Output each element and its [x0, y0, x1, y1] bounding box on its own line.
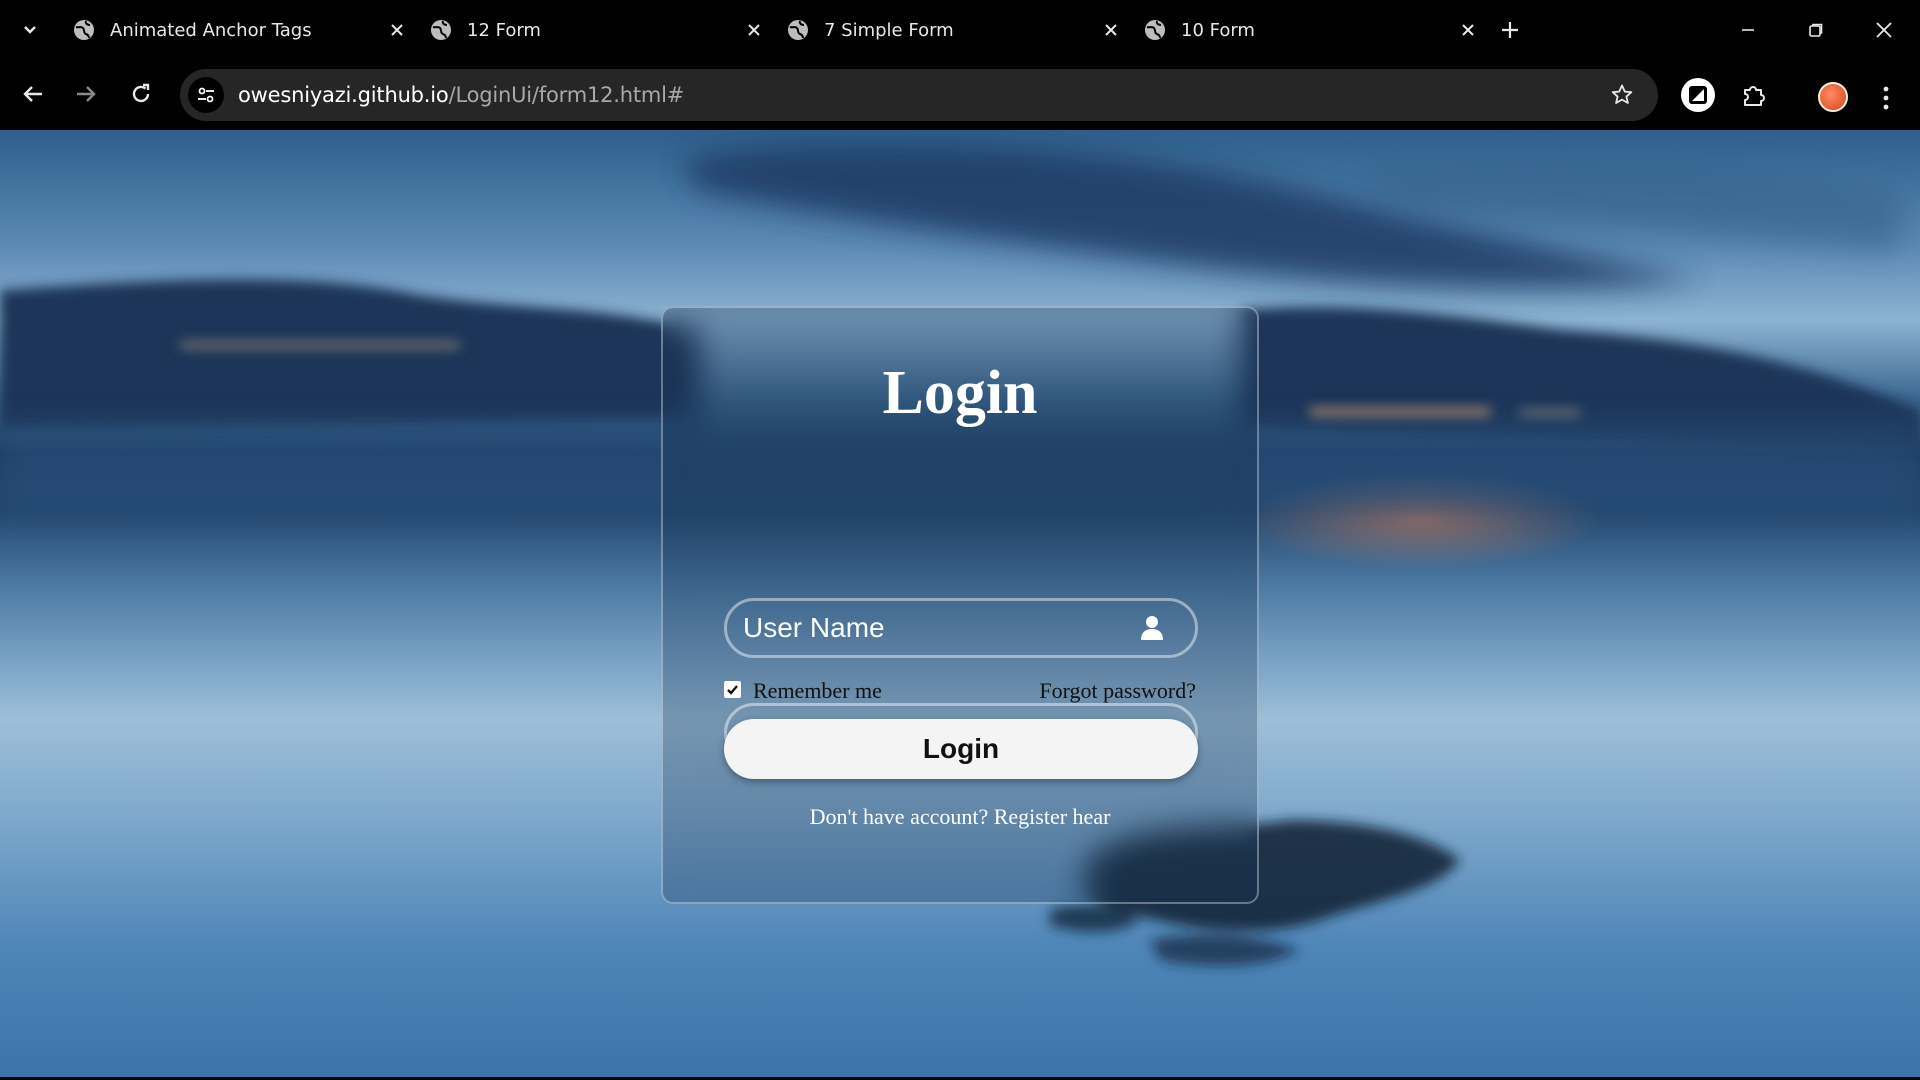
forward-button[interactable] — [68, 76, 104, 112]
reload-icon — [132, 83, 150, 103]
tab-close-button[interactable] — [384, 17, 410, 43]
site-info-button[interactable] — [188, 77, 224, 113]
login-card: Login User Name password Remember me For… — [661, 306, 1259, 904]
url-path: /LoginUi/form12.html# — [448, 83, 685, 107]
new-tab-button[interactable] — [1494, 14, 1526, 46]
browser-menu-button[interactable] — [1870, 78, 1902, 118]
login-title: Login — [882, 359, 1038, 427]
username-placeholder: User Name — [743, 612, 885, 643]
close-icon — [391, 24, 403, 36]
minimize-icon — [1742, 29, 1754, 31]
tab-title: 12 Form — [467, 19, 541, 41]
back-button[interactable] — [15, 76, 51, 112]
user-icon — [1137, 613, 1167, 643]
arrow-left-icon — [23, 86, 42, 102]
url-text: owesniyazi.github.io/LoginUi/form12.html… — [238, 83, 684, 107]
tab-close-button[interactable] — [741, 17, 767, 43]
username-field[interactable]: User Name — [724, 598, 1198, 658]
restore-button[interactable] — [1792, 10, 1840, 50]
close-icon — [1462, 24, 1474, 36]
globe-icon — [1145, 20, 1165, 40]
profile-avatar[interactable] — [1818, 82, 1848, 112]
tab-close-button[interactable] — [1098, 17, 1124, 43]
register-link[interactable]: Don't have account? Register hear — [663, 804, 1257, 830]
extension-button[interactable] — [1678, 75, 1718, 115]
tab-search-button[interactable] — [14, 14, 46, 46]
star-icon — [1611, 84, 1633, 104]
reload-button[interactable] — [123, 76, 159, 112]
url-host: owesniyazi.github.io — [238, 83, 449, 107]
tab-title: Animated Anchor Tags — [110, 19, 312, 41]
chevron-down-icon — [24, 26, 36, 34]
globe-icon — [431, 20, 451, 40]
tab-animated-anchor-tags[interactable]: Animated Anchor Tags — [60, 8, 416, 52]
extensions-menu-button[interactable] — [1734, 75, 1774, 115]
address-bar[interactable]: owesniyazi.github.io/LoginUi/form12.html… — [180, 69, 1658, 121]
forgot-password-link[interactable]: Forgot password? — [1039, 678, 1196, 704]
tab-close-button[interactable] — [1455, 17, 1481, 43]
tab-strip: Animated Anchor Tags 12 Form 7 Simple Fo… — [0, 0, 1920, 60]
close-icon — [1876, 22, 1892, 38]
extension-app-icon — [1681, 78, 1715, 112]
close-icon — [1105, 24, 1117, 36]
tab-7-simple-form[interactable]: 7 Simple Form — [774, 8, 1130, 52]
minimize-button[interactable] — [1724, 10, 1772, 50]
remember-label: Remember me — [753, 678, 882, 703]
bookmark-button[interactable] — [1606, 79, 1638, 111]
tab-10-form[interactable]: 10 Form — [1131, 8, 1487, 52]
browser-toolbar: owesniyazi.github.io/LoginUi/form12.html… — [0, 60, 1920, 130]
login-button[interactable]: Login — [724, 719, 1198, 779]
page-background: Login User Name password Remember me For… — [0, 130, 1920, 1080]
check-icon — [727, 684, 738, 695]
globe-icon — [788, 20, 808, 40]
tab-title: 7 Simple Form — [824, 19, 954, 41]
puzzle-icon — [1744, 86, 1765, 106]
plus-icon — [1502, 22, 1518, 38]
tab-12-form[interactable]: 12 Form — [417, 8, 773, 52]
arrow-right-icon — [77, 86, 96, 102]
globe-icon — [74, 20, 94, 40]
close-window-button[interactable] — [1860, 10, 1908, 50]
remember-checkbox[interactable] — [724, 680, 741, 698]
tune-icon — [198, 87, 214, 103]
close-icon — [748, 24, 760, 36]
restore-icon — [1809, 23, 1823, 37]
tab-title: 10 Form — [1181, 19, 1255, 41]
more-vertical-icon — [1883, 86, 1889, 110]
remember-me[interactable]: Remember me — [724, 678, 882, 704]
